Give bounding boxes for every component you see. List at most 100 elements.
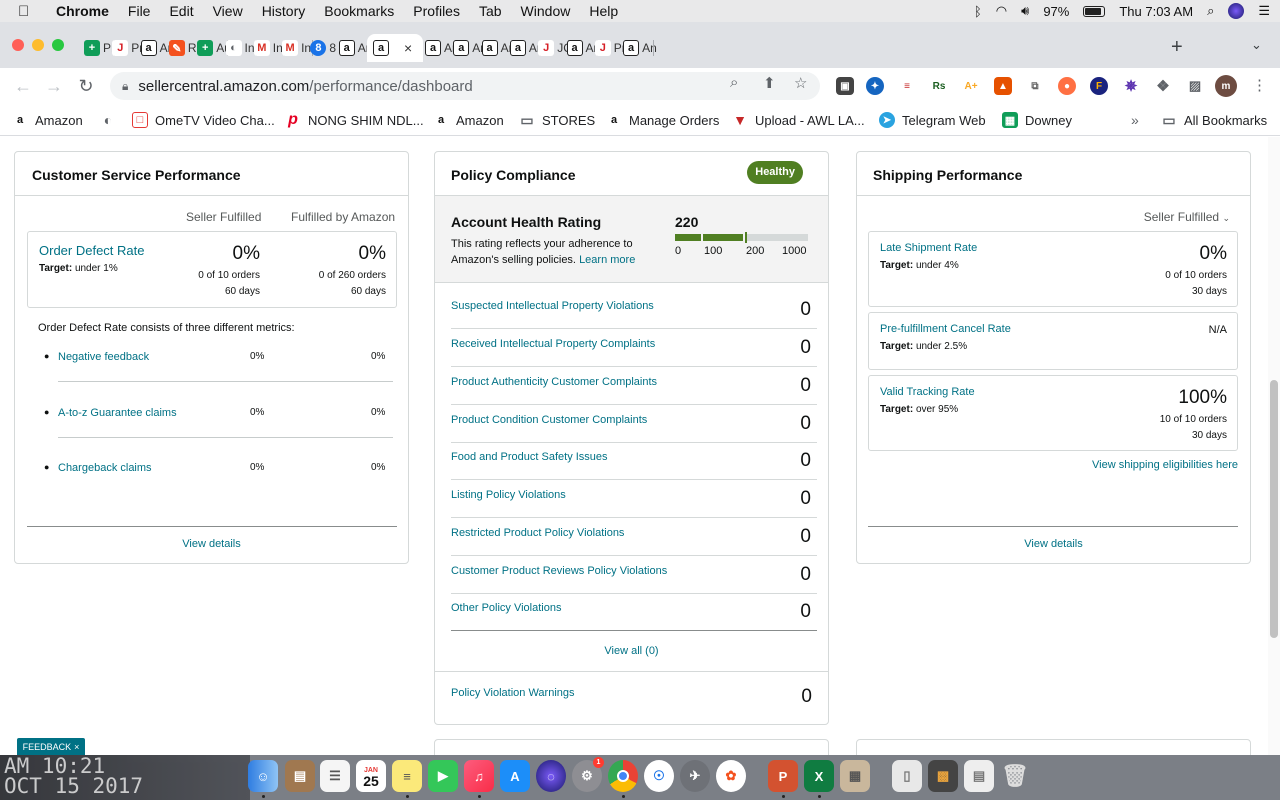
page-scrollbar[interactable] (1268, 137, 1280, 755)
extensions-puzzle-icon[interactable]: ❖ (1154, 77, 1172, 95)
volume-icon[interactable]: 🔊︎ (1021, 3, 1029, 19)
a-to-z-claims-link[interactable]: A-to-z Guarantee claims (58, 407, 177, 419)
valid-tracking-rate-link[interactable]: Valid Tracking Rate (880, 386, 975, 398)
bookmark-telegram[interactable]: ➤ Telegram Web (879, 112, 986, 128)
policy-row-link[interactable]: Product Condition Customer Complaints (451, 414, 647, 426)
spotlight-search-icon[interactable]: ⌕ (1207, 3, 1214, 19)
close-window-button[interactable] (12, 39, 24, 51)
tab-active[interactable]: a × (367, 34, 423, 62)
chrome-icon[interactable] (608, 760, 638, 792)
policy-row-link[interactable]: Restricted Product Policy Violations (451, 527, 624, 539)
late-shipment-rate-link[interactable]: Late Shipment Rate (880, 242, 977, 254)
bookmark-globe[interactable]: ◐ (100, 112, 116, 128)
close-tab-icon[interactable]: × (404, 40, 412, 56)
menu-app-name[interactable]: Chrome (56, 3, 109, 19)
tab[interactable]: a An (623, 34, 657, 62)
policy-row-link[interactable]: Customer Product Reviews Policy Violatio… (451, 565, 667, 577)
control-center-icon[interactable]: ☰ (1258, 3, 1270, 19)
excel-icon[interactable]: X (804, 760, 834, 792)
order-defect-rate-link[interactable]: Order Defect Rate (39, 243, 145, 258)
finder-icon[interactable]: ☺ (248, 760, 278, 792)
launchpad-icon[interactable]: ✈ (680, 760, 710, 792)
tab-search-icon[interactable]: ⌄ (1251, 37, 1262, 53)
bookmark-downey[interactable]: ▦ Downey (1002, 112, 1072, 128)
bookmark-star-icon[interactable]: ☆ (794, 74, 807, 92)
menu-help[interactable]: Help (589, 3, 618, 19)
siri-icon[interactable]: ◌ (536, 760, 566, 792)
music-icon[interactable]: ♫ (464, 760, 494, 792)
calculator-icon[interactable]: ▩ (928, 760, 958, 792)
view-all-link[interactable]: View all (0) (435, 645, 828, 657)
extension-f-icon[interactable]: F (1090, 77, 1108, 95)
extension-circle-icon[interactable]: ● (1058, 77, 1076, 95)
shipping-eligibilities-link[interactable]: View shipping eligibilities here (1092, 459, 1238, 471)
bookmark-upload-awl[interactable]: ▼ Upload - AWL LA... (732, 112, 865, 128)
extension-red-icon[interactable]: ≡ (898, 77, 916, 95)
notes-icon[interactable]: ≡ (392, 760, 422, 792)
app-store-icon[interactable]: A (500, 760, 530, 792)
policy-row-link[interactable]: Other Policy Violations (451, 602, 561, 614)
extension-orange-icon[interactable]: ▲ (994, 77, 1012, 95)
bluetooth-icon[interactable]: ᛒ (974, 4, 982, 19)
fulfillment-selector[interactable]: Seller Fulfilled ⌄ (1144, 210, 1230, 224)
files-icon[interactable]: ▤ (964, 760, 994, 792)
policy-row-link[interactable]: Product Authenticity Customer Complaints (451, 376, 657, 388)
close-icon[interactable]: × (74, 742, 79, 752)
forward-arrow-icon[interactable]: → (43, 76, 65, 98)
bookmark-amazon-2[interactable]: a Amazon (433, 112, 504, 128)
menu-history[interactable]: History (262, 3, 306, 19)
policy-row-link[interactable]: Suspected Intellectual Property Violatio… (451, 300, 654, 312)
extension-off-icon[interactable]: ▣ (836, 77, 854, 95)
policy-violation-warnings-link[interactable]: Policy Violation Warnings (451, 687, 575, 699)
side-panel-icon[interactable]: ▨ (1186, 77, 1204, 95)
new-tab-button[interactable]: + (1171, 36, 1183, 59)
menu-view[interactable]: View (213, 3, 243, 19)
address-bar[interactable]: 🔒︎ sellercentral.amazon.com /performance… (110, 72, 820, 100)
share-icon[interactable]: ⬆︎ (763, 74, 776, 92)
extension-rs-icon[interactable]: Rs (930, 77, 948, 95)
photos-icon[interactable]: ✿ (716, 760, 746, 792)
zoom-window-button[interactable] (52, 39, 64, 51)
bookmark-nong-shim[interactable]: p NONG SHIM NDL... (285, 111, 424, 128)
policy-row-link[interactable]: Received Intellectual Property Complaint… (451, 338, 655, 350)
extension-star-icon[interactable]: A+ (962, 77, 980, 95)
learn-more-link[interactable]: Learn more (579, 254, 635, 266)
policy-row-link[interactable]: Listing Policy Violations (451, 489, 566, 501)
reminders-icon[interactable]: ☰ (320, 760, 350, 792)
battery-icon[interactable] (1083, 5, 1106, 17)
view-details-link[interactable]: View details (857, 538, 1250, 550)
bookmark-manage-orders[interactable]: a Manage Orders (606, 112, 719, 128)
extension-globe-icon[interactable]: ✦ (866, 77, 884, 95)
view-details-link[interactable]: View details (15, 538, 408, 550)
more-bookmarks-chevron-icon[interactable]: » (1131, 112, 1139, 128)
facetime-icon[interactable]: ▶ (428, 760, 458, 792)
clock[interactable]: Thu 7:03 AM (1119, 4, 1193, 19)
extension-gear-icon[interactable]: ✵ (1122, 77, 1140, 95)
powerpoint-icon[interactable]: P (768, 760, 798, 792)
menu-profiles[interactable]: Profiles (413, 3, 460, 19)
archive-icon[interactable]: ▦ (840, 760, 870, 792)
bookmark-amazon[interactable]: a Amazon (12, 112, 83, 128)
extension-puzzle-grey-icon[interactable]: ⧉ (1026, 77, 1044, 95)
bookmark-folder-stores[interactable]: ▭ STORES (519, 112, 595, 128)
menu-file[interactable]: File (128, 3, 151, 19)
lock-icon[interactable]: 🔒︎ (122, 79, 128, 94)
document-icon[interactable]: ▯ (892, 760, 922, 792)
chargeback-claims-link[interactable]: Chargeback claims (58, 462, 152, 474)
menu-tab[interactable]: Tab (479, 3, 502, 19)
notefile-icon[interactable]: ▤ (285, 760, 315, 792)
calendar-icon[interactable]: JAN 25 (356, 760, 386, 792)
safari-icon[interactable]: ☉ (644, 760, 674, 792)
feedback-button[interactable]: FEEDBACK × (17, 738, 85, 755)
wifi-icon[interactable]: ◠ (996, 3, 1007, 19)
siri-icon[interactable] (1228, 3, 1245, 19)
bookmark-ometv[interactable]: □ OmeTV Video Cha... (132, 112, 275, 128)
trash-icon[interactable]: 🗑︎ (1000, 760, 1030, 792)
negative-feedback-link[interactable]: Negative feedback (58, 351, 149, 363)
menu-bookmarks[interactable]: Bookmarks (324, 3, 394, 19)
menu-edit[interactable]: Edit (169, 3, 193, 19)
policy-row-link[interactable]: Food and Product Safety Issues (451, 451, 608, 463)
system-preferences-icon[interactable]: ⚙ 1 (572, 757, 604, 792)
zoom-icon[interactable]: ⌕ (730, 74, 738, 91)
bookmark-all-bookmarks[interactable]: ▭ All Bookmarks (1161, 112, 1267, 128)
